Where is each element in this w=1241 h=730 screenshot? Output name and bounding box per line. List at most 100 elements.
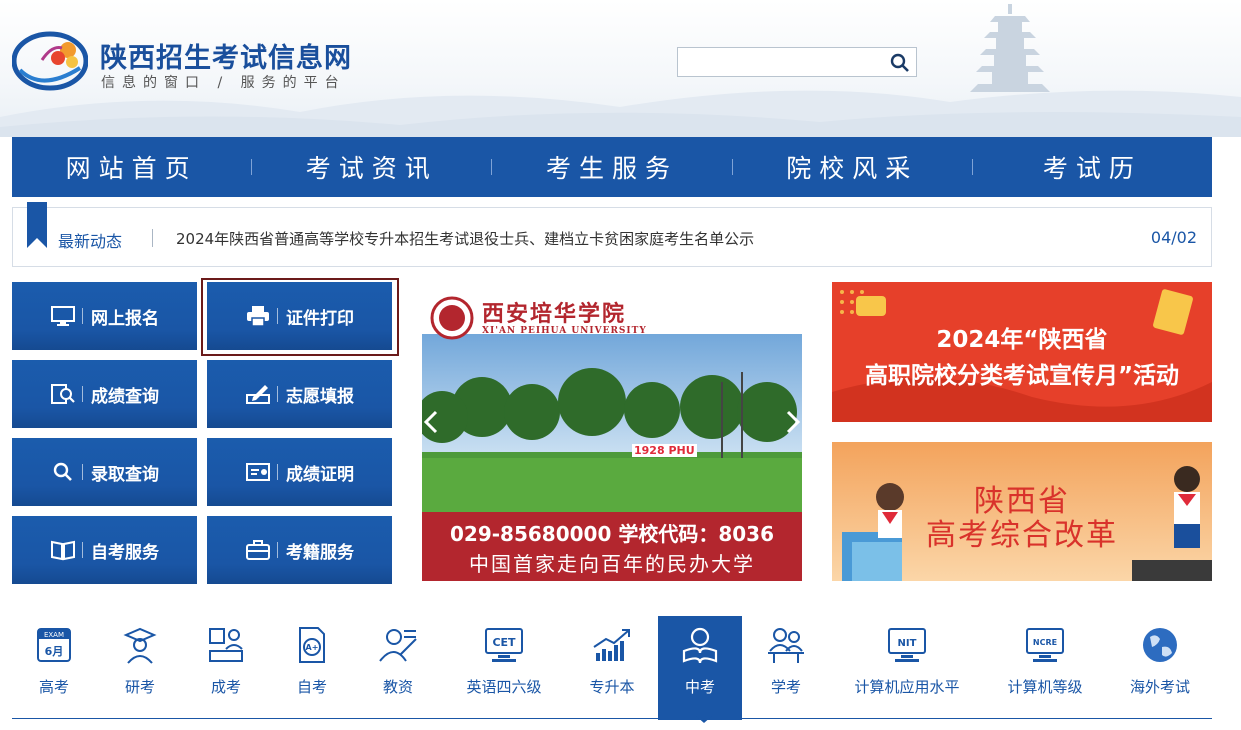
button-label: 自考服务 (91, 542, 159, 563)
category-label: 教资 (382, 678, 413, 696)
adult-exam-icon (209, 628, 243, 662)
button-label: 考籍服务 (286, 542, 354, 563)
main-nav: 网站首页 考试资讯 考生服务 院校风采 考试历 (12, 137, 1212, 197)
search-icon (53, 462, 72, 481)
category-label: 中考 (684, 678, 715, 696)
student-reading-icon (682, 627, 718, 664)
search-input[interactable] (677, 47, 917, 77)
category-chengkao[interactable]: 成考 (184, 616, 268, 720)
category-xuekao[interactable]: 学考 (744, 616, 828, 720)
category-zhuanshengben[interactable]: 专升本 (570, 616, 654, 720)
gaokao-reform-banner[interactable]: 陕西省 高考综合改革 (832, 442, 1212, 581)
selection-highlight (201, 278, 399, 356)
teacher-icon (379, 629, 417, 662)
pagoda-illustration (970, 4, 1050, 92)
svg-text:NIT: NIT (898, 638, 917, 649)
reform-line-2: 高考综合改革 (926, 518, 1118, 553)
university-phone-code: 029-85680000 学校代码：8036 (449, 522, 774, 546)
promo-line-1: 2024年“陕西省 (936, 327, 1108, 353)
button-label: 成绩查询 (91, 386, 159, 407)
category-label: 成考 (210, 678, 241, 696)
category-ncre[interactable]: NCRE 计算机等级 (988, 616, 1102, 720)
news-label: 最新动态 (58, 232, 123, 251)
university-name-cn: 西安培华学院 (482, 301, 627, 327)
nav-student-services[interactable]: 考生服务 (492, 149, 731, 185)
category-label: 自考 (296, 678, 327, 696)
category-nit[interactable]: NIT 计算机应用水平 (836, 616, 978, 720)
book-icon (51, 540, 75, 561)
score-query-button[interactable]: 成绩查询 (12, 360, 197, 428)
svg-text:A+: A+ (306, 643, 319, 652)
certificate-icon (246, 463, 270, 481)
category-label: 研考 (124, 678, 155, 696)
news-headline-link[interactable]: 2024年陕西省普通高等学校专升本招生考试退役士兵、建档立卡贫困家庭考生名单公示 (176, 228, 754, 249)
speech-bubble-icon (856, 296, 886, 316)
monitor-icon (51, 306, 75, 326)
category-jiaozi[interactable]: 教资 (356, 616, 440, 720)
button-divider (82, 308, 83, 324)
students-desk-icon (768, 628, 804, 663)
news-ticker: 最新动态 2024年陕西省普通高等学校专升本招生考试退役士兵、建档立卡贫困家庭考… (12, 202, 1212, 267)
growth-chart-icon (593, 629, 630, 661)
button-divider (277, 464, 278, 480)
nit-monitor-icon: NIT (888, 628, 926, 662)
exam-calendar-icon: EXAM 6月 (37, 628, 71, 662)
category-yankao[interactable]: 研考 (98, 616, 182, 720)
promo-month-banner[interactable]: 2024年“陕西省 高职院校分类考试宣传月”活动 (832, 282, 1212, 422)
category-label: 计算机等级 (1007, 678, 1083, 696)
site-title[interactable]: 陕西招生考试信息网 (100, 36, 352, 75)
exam-records-button[interactable]: 考籍服务 (207, 516, 392, 584)
pen-form-icon (246, 385, 270, 404)
button-divider (82, 464, 83, 480)
category-label: 海外考试 (1129, 678, 1190, 696)
button-label: 成绩证明 (286, 464, 354, 485)
svg-text:NCRE: NCRE (1033, 638, 1057, 647)
admission-query-button[interactable]: 录取查询 (12, 438, 197, 506)
svg-text:EXAM: EXAM (44, 631, 64, 639)
globe-icon (1143, 628, 1177, 662)
category-overseas[interactable]: 海外考试 (1112, 616, 1208, 720)
university-carousel[interactable]: 西安培华学院 XI'AN PEIHUA UNIVERSITY 1928 PHU … (422, 282, 802, 581)
university-slogan: 中国首家走向百年的民办大学 (469, 552, 755, 576)
graduate-icon (123, 627, 157, 664)
active-category-pointer (696, 716, 712, 723)
bookmark-icon (27, 202, 47, 248)
button-label: 录取查询 (91, 464, 159, 485)
category-label: 学考 (770, 678, 801, 696)
nav-exam-news[interactable]: 考试资讯 (252, 149, 491, 185)
button-divider (82, 386, 83, 402)
exam-category-bar: EXAM 6月 高考 研考 成考 A+ 自考 教资 CET 英语四六级 专升本 … (12, 616, 1212, 720)
category-cet[interactable]: CET 英语四六级 (442, 616, 566, 720)
site-header: 陕西招生考试信息网 信息的窗口 / 服务的平台 (0, 0, 1241, 137)
grade-document-icon: A+ (299, 627, 325, 663)
briefcase-icon (246, 540, 270, 560)
score-certificate-button[interactable]: 成绩证明 (207, 438, 392, 506)
news-date: 04/02 (1150, 228, 1197, 247)
category-label: 英语四六级 (466, 678, 542, 696)
application-fill-button[interactable]: 志愿填报 (207, 360, 392, 428)
university-name-en: XI'AN PEIHUA UNIVERSITY (482, 326, 647, 336)
button-divider (277, 542, 278, 558)
cet-monitor-icon: CET (485, 628, 523, 662)
svg-text:6月: 6月 (45, 645, 64, 658)
category-label: 计算机应用水平 (854, 678, 960, 696)
category-gaokao[interactable]: EXAM 6月 高考 (12, 616, 96, 720)
category-underline (12, 718, 1212, 719)
category-label: 高考 (38, 678, 69, 696)
svg-text:CET: CET (492, 636, 516, 649)
online-registration-button[interactable]: 网上报名 (12, 282, 197, 350)
self-study-exam-button[interactable]: 自考服务 (12, 516, 197, 584)
category-zhongkao[interactable]: 中考 (658, 616, 742, 720)
campus-sign: 1928 PHU (632, 444, 697, 457)
ncre-monitor-icon: NCRE (1026, 628, 1064, 662)
nav-home[interactable]: 网站首页 (12, 149, 251, 185)
button-divider (277, 386, 278, 402)
site-subtitle: 信息的窗口 / 服务的平台 (101, 75, 346, 91)
category-zikao[interactable]: A+ 自考 (270, 616, 354, 720)
button-label: 网上报名 (91, 308, 159, 329)
nav-exam-calendar[interactable]: 考试历 (973, 149, 1212, 185)
search-icon[interactable] (890, 53, 910, 73)
category-label: 专升本 (589, 678, 635, 696)
button-label: 志愿填报 (286, 386, 354, 407)
nav-colleges[interactable]: 院校风采 (733, 149, 972, 185)
